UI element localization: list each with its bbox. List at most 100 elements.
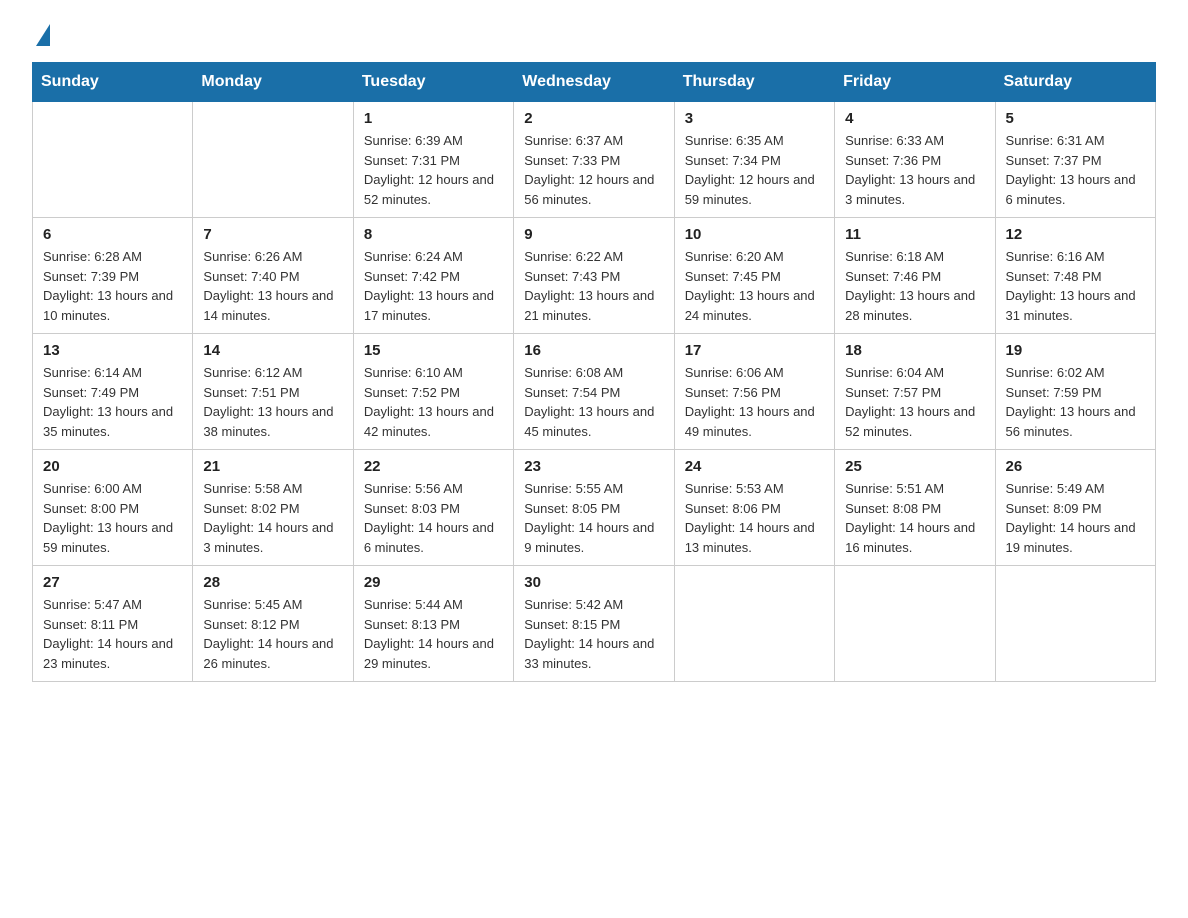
day-info: Sunrise: 5:56 AMSunset: 8:03 PMDaylight:… — [364, 479, 503, 557]
day-number: 26 — [1006, 458, 1145, 475]
day-number: 4 — [845, 110, 984, 127]
calendar-cell: 30 Sunrise: 5:42 AMSunset: 8:15 PMDayligh… — [514, 566, 674, 682]
day-number: 6 — [43, 226, 182, 243]
day-number: 1 — [364, 110, 503, 127]
day-info: Sunrise: 5:51 AMSunset: 8:08 PMDaylight:… — [845, 479, 984, 557]
day-info: Sunrise: 6:18 AMSunset: 7:46 PMDaylight:… — [845, 247, 984, 325]
calendar-cell — [995, 566, 1155, 682]
calendar-cell: 20 Sunrise: 6:00 AMSunset: 8:00 PMDayligh… — [33, 450, 193, 566]
calendar-cell: 3Sunrise: 6:35 AMSunset: 7:34 PMDaylight… — [674, 102, 834, 218]
calendar-cell: 21 Sunrise: 5:58 AMSunset: 8:02 PMDayligh… — [193, 450, 353, 566]
weekday-header-wednesday: Wednesday — [514, 63, 674, 102]
day-number: 16 — [524, 342, 663, 359]
calendar-cell: 9 Sunrise: 6:22 AMSunset: 7:43 PMDaylight… — [514, 218, 674, 334]
day-info: Sunrise: 6:20 AMSunset: 7:45 PMDaylight:… — [685, 247, 824, 325]
calendar-week-row: 20 Sunrise: 6:00 AMSunset: 8:00 PMDayligh… — [33, 450, 1156, 566]
calendar-cell: 16 Sunrise: 6:08 AMSunset: 7:54 PMDayligh… — [514, 334, 674, 450]
day-number: 5 — [1006, 110, 1145, 127]
day-number: 28 — [203, 574, 342, 591]
day-info: Sunrise: 5:47 AMSunset: 8:11 PMDaylight:… — [43, 595, 182, 673]
calendar-cell: 4 Sunrise: 6:33 AMSunset: 7:36 PMDaylight… — [835, 102, 995, 218]
calendar-cell — [33, 102, 193, 218]
weekday-header-monday: Monday — [193, 63, 353, 102]
day-info: Sunrise: 6:08 AMSunset: 7:54 PMDaylight:… — [524, 363, 663, 441]
weekday-header-tuesday: Tuesday — [353, 63, 513, 102]
logo — [32, 24, 50, 44]
day-number: 21 — [203, 458, 342, 475]
day-number: 13 — [43, 342, 182, 359]
day-info: Sunrise: 6:26 AMSunset: 7:40 PMDaylight:… — [203, 247, 342, 325]
day-info: Sunrise: 6:12 AMSunset: 7:51 PMDaylight:… — [203, 363, 342, 441]
day-number: 25 — [845, 458, 984, 475]
day-number: 9 — [524, 226, 663, 243]
calendar-cell — [674, 566, 834, 682]
calendar-week-row: 13Sunrise: 6:14 AMSunset: 7:49 PMDayligh… — [33, 334, 1156, 450]
day-number: 20 — [43, 458, 182, 475]
day-info: Sunrise: 5:42 AMSunset: 8:15 PMDaylight:… — [524, 595, 663, 673]
calendar-cell: 14 Sunrise: 6:12 AMSunset: 7:51 PMDayligh… — [193, 334, 353, 450]
day-number: 19 — [1006, 342, 1145, 359]
day-info: Sunrise: 6:33 AMSunset: 7:36 PMDaylight:… — [845, 131, 984, 209]
day-number: 18 — [845, 342, 984, 359]
day-info: Sunrise: 6:02 AMSunset: 7:59 PMDaylight:… — [1006, 363, 1145, 441]
day-number: 8 — [364, 226, 503, 243]
day-info: Sunrise: 6:24 AMSunset: 7:42 PMDaylight:… — [364, 247, 503, 325]
weekday-header-thursday: Thursday — [674, 63, 834, 102]
calendar-header-row: SundayMondayTuesdayWednesdayThursdayFrid… — [33, 63, 1156, 102]
day-number: 14 — [203, 342, 342, 359]
day-info: Sunrise: 6:10 AMSunset: 7:52 PMDaylight:… — [364, 363, 503, 441]
calendar-cell: 5 Sunrise: 6:31 AMSunset: 7:37 PMDaylight… — [995, 102, 1155, 218]
calendar-cell: 19 Sunrise: 6:02 AMSunset: 7:59 PMDayligh… — [995, 334, 1155, 450]
calendar-cell: 7Sunrise: 6:26 AMSunset: 7:40 PMDaylight… — [193, 218, 353, 334]
calendar-cell: 18 Sunrise: 6:04 AMSunset: 7:57 PMDayligh… — [835, 334, 995, 450]
day-info: Sunrise: 6:04 AMSunset: 7:57 PMDaylight:… — [845, 363, 984, 441]
day-info: Sunrise: 6:28 AMSunset: 7:39 PMDaylight:… — [43, 247, 182, 325]
day-info: Sunrise: 5:55 AMSunset: 8:05 PMDaylight:… — [524, 479, 663, 557]
day-info: Sunrise: 6:06 AMSunset: 7:56 PMDaylight:… — [685, 363, 824, 441]
day-number: 15 — [364, 342, 503, 359]
calendar-cell — [193, 102, 353, 218]
calendar-week-row: 1 Sunrise: 6:39 AMSunset: 7:31 PMDaylight… — [33, 102, 1156, 218]
calendar-cell: 17Sunrise: 6:06 AMSunset: 7:56 PMDayligh… — [674, 334, 834, 450]
calendar-cell: 8 Sunrise: 6:24 AMSunset: 7:42 PMDaylight… — [353, 218, 513, 334]
calendar-cell: 2Sunrise: 6:37 AMSunset: 7:33 PMDaylight… — [514, 102, 674, 218]
calendar-cell: 6 Sunrise: 6:28 AMSunset: 7:39 PMDaylight… — [33, 218, 193, 334]
calendar-cell: 29Sunrise: 5:44 AMSunset: 8:13 PMDayligh… — [353, 566, 513, 682]
calendar-cell: 15 Sunrise: 6:10 AMSunset: 7:52 PMDayligh… — [353, 334, 513, 450]
calendar-cell: 10 Sunrise: 6:20 AMSunset: 7:45 PMDayligh… — [674, 218, 834, 334]
day-number: 22 — [364, 458, 503, 475]
day-number: 11 — [845, 226, 984, 243]
logo-triangle-icon — [36, 24, 50, 46]
day-number: 2 — [524, 110, 663, 127]
weekday-header-saturday: Saturday — [995, 63, 1155, 102]
calendar-cell: 23 Sunrise: 5:55 AMSunset: 8:05 PMDayligh… — [514, 450, 674, 566]
calendar-cell: 28 Sunrise: 5:45 AMSunset: 8:12 PMDayligh… — [193, 566, 353, 682]
day-number: 23 — [524, 458, 663, 475]
day-number: 10 — [685, 226, 824, 243]
calendar-cell: 11 Sunrise: 6:18 AMSunset: 7:46 PMDayligh… — [835, 218, 995, 334]
day-number: 27 — [43, 574, 182, 591]
day-number: 3 — [685, 110, 824, 127]
weekday-header-sunday: Sunday — [33, 63, 193, 102]
day-info: Sunrise: 5:53 AMSunset: 8:06 PMDaylight:… — [685, 479, 824, 557]
day-info: Sunrise: 5:45 AMSunset: 8:12 PMDaylight:… — [203, 595, 342, 673]
weekday-header-friday: Friday — [835, 63, 995, 102]
day-info: Sunrise: 6:22 AMSunset: 7:43 PMDaylight:… — [524, 247, 663, 325]
day-info: Sunrise: 5:58 AMSunset: 8:02 PMDaylight:… — [203, 479, 342, 557]
calendar-week-row: 6 Sunrise: 6:28 AMSunset: 7:39 PMDaylight… — [33, 218, 1156, 334]
day-info: Sunrise: 5:49 AMSunset: 8:09 PMDaylight:… — [1006, 479, 1145, 557]
day-number: 30 — [524, 574, 663, 591]
calendar-cell: 12 Sunrise: 6:16 AMSunset: 7:48 PMDayligh… — [995, 218, 1155, 334]
calendar-cell: 24Sunrise: 5:53 AMSunset: 8:06 PMDayligh… — [674, 450, 834, 566]
day-number: 12 — [1006, 226, 1145, 243]
day-info: Sunrise: 6:39 AMSunset: 7:31 PMDaylight:… — [364, 131, 503, 209]
day-info: Sunrise: 6:31 AMSunset: 7:37 PMDaylight:… — [1006, 131, 1145, 209]
page-header — [32, 24, 1156, 44]
day-info: Sunrise: 6:16 AMSunset: 7:48 PMDaylight:… — [1006, 247, 1145, 325]
day-number: 29 — [364, 574, 503, 591]
calendar-cell: 13Sunrise: 6:14 AMSunset: 7:49 PMDayligh… — [33, 334, 193, 450]
calendar-week-row: 27 Sunrise: 5:47 AMSunset: 8:11 PMDayligh… — [33, 566, 1156, 682]
calendar-cell: 1 Sunrise: 6:39 AMSunset: 7:31 PMDaylight… — [353, 102, 513, 218]
calendar-cell — [835, 566, 995, 682]
day-info: Sunrise: 6:00 AMSunset: 8:00 PMDaylight:… — [43, 479, 182, 557]
